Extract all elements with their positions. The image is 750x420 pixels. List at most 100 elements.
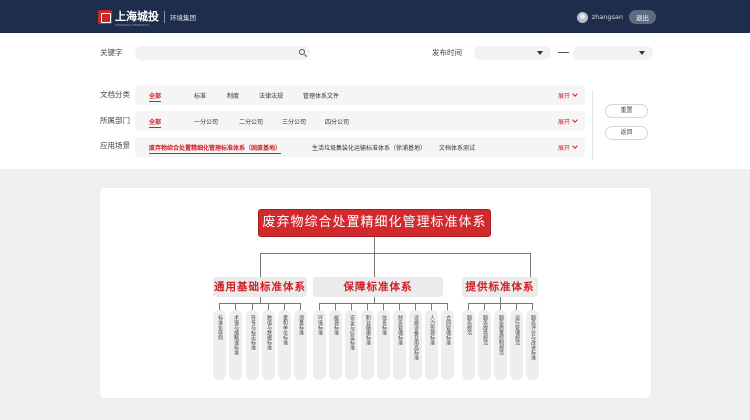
- doc-type-option[interactable]: 管理体系文件: [303, 91, 339, 100]
- doc-type-label: 文档分类: [100, 90, 130, 99]
- leaf-node[interactable]: 测量标准: [294, 310, 307, 380]
- leaf-node[interactable]: 设施设备及用品标准: [409, 310, 422, 380]
- connector-line: [300, 303, 301, 310]
- tree-root-node[interactable]: 废弃物综合处置精细化管理标准体系: [258, 209, 491, 237]
- leaf-label: 财务管理标准: [397, 315, 403, 345]
- leaf-label: 符号与标志标准: [250, 315, 256, 350]
- leaf-node[interactable]: 能源标准: [329, 310, 342, 380]
- logo-text: 上海城投: [115, 9, 159, 23]
- department-option[interactable]: 四分公司: [325, 117, 349, 126]
- leaf-node[interactable]: 运行管理规范: [510, 310, 523, 380]
- doc-type-option[interactable]: 制度: [227, 91, 239, 100]
- back-button[interactable]: 返回: [605, 126, 648, 140]
- leaf-label: 量和单位标准: [282, 315, 288, 345]
- leaf-node[interactable]: 信息标准: [377, 310, 390, 380]
- doc-type-option[interactable]: 法律法规: [259, 91, 283, 100]
- expand-label: 展开: [557, 93, 570, 100]
- department-option[interactable]: 一分公司: [194, 117, 218, 126]
- category-node-support[interactable]: 保障标准体系: [313, 277, 443, 297]
- keyword-search-input[interactable]: [135, 46, 310, 60]
- connector-line: [431, 303, 432, 310]
- leaf-node[interactable]: 财务管理标准: [393, 310, 406, 380]
- leaf-label: 服务评价与改进标准: [530, 315, 536, 360]
- connector-line: [468, 303, 469, 310]
- connector-line: [374, 237, 375, 253]
- connector-line: [252, 303, 253, 310]
- leaf-label: 服务提供规范: [482, 315, 488, 345]
- connector-line: [383, 303, 384, 310]
- leaf-label: 合同管理标准: [445, 315, 451, 345]
- doc-type-option-all[interactable]: 全部: [149, 91, 162, 102]
- doc-type-option[interactable]: 标准: [194, 91, 206, 100]
- company-logo[interactable]: 上海城投 SHANGHAI CHENGTOU 环境集团: [98, 9, 196, 27]
- doc-type-row: 全部 标准 制度 法律法规 管理体系文件 展开: [135, 85, 585, 105]
- scenario-option-active[interactable]: 废弃物综合处置精细化管理标准体系（固废基地）: [149, 143, 282, 154]
- leaf-label: 数值与数据标准: [266, 315, 272, 350]
- connector-line: [284, 303, 285, 310]
- leaf-label: 运行管理规范: [514, 315, 520, 345]
- user-area: zhangsan 退出: [576, 10, 656, 24]
- leaf-label: 人力资源标准: [429, 315, 435, 345]
- leaf-label: 安全与应急标准: [349, 315, 355, 350]
- connector-line: [319, 303, 320, 310]
- connector-line: [516, 303, 517, 310]
- category-node-general[interactable]: 通用基础标准体系: [213, 277, 307, 297]
- logo-mark-icon: [98, 9, 112, 24]
- doc-type-expand[interactable]: 展开: [557, 91, 578, 100]
- keyword-label: 关键字: [100, 48, 123, 57]
- filter-panel: 关键字 发布时间 文档分类 全部 标准 制度 法律法规 管理体系文件 展开 所属…: [0, 33, 750, 169]
- scenario-option[interactable]: 生活垃圾集装化运输标准体系（徐浦基地）: [312, 143, 426, 152]
- connector-line: [530, 253, 531, 277]
- department-expand[interactable]: 展开: [558, 117, 578, 126]
- leaf-node[interactable]: 服务提供规范: [478, 310, 491, 380]
- leaf-node[interactable]: 安全与应急标准: [345, 310, 358, 380]
- connector-line: [219, 303, 220, 310]
- leaf-node[interactable]: 服务规范: [462, 310, 475, 380]
- department-row: 全部 一分公司 二分公司 三分公司 四分公司 展开: [135, 111, 585, 131]
- leaf-node[interactable]: 量和单位标准: [278, 310, 291, 380]
- logo-divider: [164, 10, 165, 23]
- leaf-node[interactable]: 数值与数据标准: [262, 310, 275, 380]
- connector-line: [532, 303, 533, 310]
- date-to-select[interactable]: [573, 46, 653, 60]
- leaf-node[interactable]: 职业健康标准: [361, 310, 374, 380]
- leaf-node[interactable]: 合同管理标准: [441, 310, 454, 380]
- department-option-all[interactable]: 全部: [149, 117, 162, 128]
- button-divider: [592, 90, 593, 160]
- leaf-label: 环境标准: [317, 315, 323, 335]
- leaf-label: 服务质量控制规范: [498, 315, 504, 355]
- department-label: 所属部门: [100, 116, 130, 125]
- date-from-select[interactable]: [474, 46, 551, 60]
- user-avatar-icon[interactable]: [576, 11, 588, 23]
- connector-line: [447, 303, 448, 310]
- caret-down-icon: [537, 51, 543, 55]
- leaf-label: 设施设备及用品标准: [413, 315, 419, 360]
- scenario-expand[interactable]: 展开: [558, 143, 578, 152]
- connector-line: [219, 303, 300, 304]
- logout-button[interactable]: 退出: [629, 10, 656, 24]
- leaf-node[interactable]: 环境标准: [313, 310, 326, 380]
- connector-line: [367, 303, 368, 310]
- connector-line: [500, 303, 501, 310]
- department-option[interactable]: 二分公司: [239, 117, 263, 126]
- leaf-node[interactable]: 符号与标志标准: [246, 310, 259, 380]
- category-node-provision[interactable]: 提供标准体系: [462, 277, 538, 297]
- scenario-label: 应用场景: [100, 141, 130, 150]
- scenario-option[interactable]: 文档体系测试: [439, 143, 475, 152]
- leaf-node[interactable]: 服务评价与改进标准: [526, 310, 539, 380]
- leaf-node[interactable]: 人力资源标准: [425, 310, 438, 380]
- connector-line: [260, 253, 530, 254]
- search-icon[interactable]: [299, 49, 305, 55]
- standard-tree-card: 废弃物综合处置精细化管理标准体系 通用基础标准体系 标准化导则 术语与缩略语标准…: [100, 188, 651, 398]
- reset-button[interactable]: 重置: [605, 104, 648, 118]
- leaf-node[interactable]: 服务质量控制规范: [494, 310, 507, 380]
- caret-down-icon: [639, 51, 645, 55]
- department-option[interactable]: 三分公司: [282, 117, 306, 126]
- logo-subtext: SHANGHAI CHENGTOU: [115, 22, 150, 27]
- leaf-node[interactable]: 术语与缩略语标准: [229, 310, 242, 380]
- leaf-label: 职业健康标准: [365, 315, 371, 345]
- connector-line: [374, 253, 375, 277]
- leaf-node[interactable]: 标准化导则: [213, 310, 226, 380]
- leaf-label: 术语与缩略语标准: [233, 315, 239, 355]
- logo-group-name: 环境集团: [170, 13, 196, 22]
